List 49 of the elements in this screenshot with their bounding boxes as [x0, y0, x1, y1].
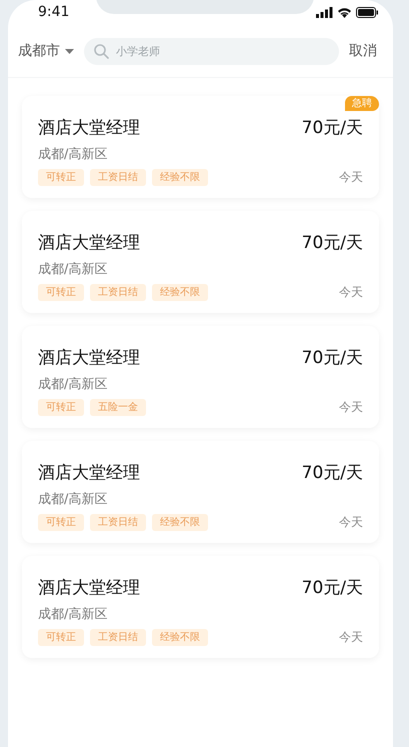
wifi-icon	[337, 7, 352, 18]
post-date: 今天	[339, 169, 363, 186]
search-icon	[94, 44, 109, 58]
job-card[interactable]: 酒店大堂经理 70元/天 成都/高新区 可转正 工资日结 经验不限 今天	[22, 556, 379, 658]
post-date: 今天	[339, 514, 363, 531]
job-card[interactable]: 酒店大堂经理 70元/天 成都/高新区 可转正 工资日结 经验不限 今天	[22, 441, 379, 543]
job-location: 成都/高新区	[38, 376, 108, 394]
status-time: 9:41	[38, 3, 70, 22]
salary: 70元/天	[302, 462, 363, 485]
job-tag: 经验不限	[152, 628, 208, 646]
job-tag: 可转正	[38, 284, 84, 300]
job-title: 酒店大堂经理	[38, 117, 140, 140]
job-tag: 经验不限	[152, 284, 208, 300]
job-tag: 工资日结	[90, 168, 146, 186]
post-date: 今天	[339, 399, 363, 416]
job-tag: 可转正	[38, 168, 84, 186]
post-date: 今天	[339, 629, 363, 646]
job-title: 酒店大堂经理	[38, 347, 140, 370]
search-field[interactable]: 小学老师	[84, 38, 339, 64]
post-date: 今天	[339, 284, 363, 301]
urgent-badge: 急聘	[345, 96, 379, 111]
job-tag: 工资日结	[90, 628, 146, 646]
job-location: 成都/高新区	[38, 490, 108, 508]
signal-icon	[316, 7, 333, 18]
job-location: 成都/高新区	[38, 260, 108, 278]
job-tag: 五险一金	[90, 398, 146, 416]
job-tag: 经验不限	[152, 168, 208, 186]
job-card[interactable]: 酒店大堂经理 70元/天 成都/高新区 可转正 五险一金 今天	[22, 326, 379, 428]
caret-icon	[65, 48, 74, 54]
job-title: 酒店大堂经理	[38, 462, 140, 485]
job-title: 酒店大堂经理	[38, 232, 140, 255]
job-tag: 可转正	[38, 514, 84, 530]
job-card[interactable]: 酒店大堂经理 70元/天 成都/高新区 可转正 工资日结 经验不限 今天	[22, 211, 379, 313]
job-location: 成都/高新区	[38, 146, 108, 164]
job-tag: 可转正	[38, 398, 84, 416]
job-tag: 可转正	[38, 628, 84, 646]
job-location: 成都/高新区	[38, 606, 108, 624]
job-tag: 工资日结	[90, 514, 146, 530]
salary: 70元/天	[302, 577, 363, 600]
battery-icon	[356, 7, 379, 18]
city-dropdown[interactable]: 成都市	[18, 40, 74, 62]
job-tag: 经验不限	[152, 514, 208, 530]
cancel-button[interactable]: 取消	[349, 40, 377, 62]
salary: 70元/天	[302, 117, 363, 140]
job-tag: 工资日结	[90, 284, 146, 300]
salary: 70元/天	[302, 232, 363, 255]
job-card[interactable]: 急聘 酒店大堂经理 70元/天 成都/高新区 可转正 工资日结 经验不限 今天	[22, 96, 379, 198]
salary: 70元/天	[302, 347, 363, 370]
job-title: 酒店大堂经理	[38, 577, 140, 600]
